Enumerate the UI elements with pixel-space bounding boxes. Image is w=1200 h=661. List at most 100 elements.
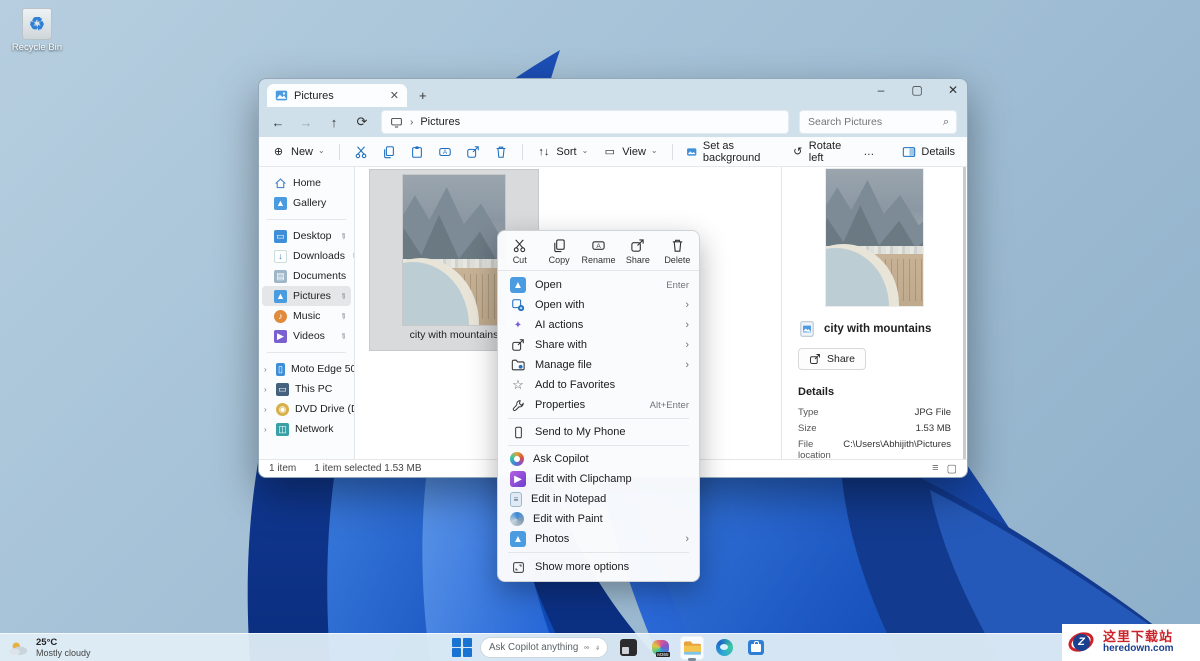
sidebar-item-this-pc[interactable]: › ▭ This PC xyxy=(262,379,351,399)
refresh-button[interactable]: ⟳ xyxy=(353,114,371,130)
share-with-icon xyxy=(510,337,526,353)
details-scrollbar[interactable] xyxy=(963,167,966,459)
paste-button[interactable] xyxy=(410,144,424,159)
taskbar-search[interactable]: Ask Copilot anything xyxy=(480,637,608,658)
expand-chevron-icon[interactable]: › xyxy=(264,365,267,374)
notepad-icon: ≡ xyxy=(510,492,522,507)
taskbar-m365-copilot[interactable]: M365 xyxy=(648,636,672,660)
documents-icon: ▤ xyxy=(274,270,287,283)
menu-item-photos[interactable]: ▲ Photos › xyxy=(498,529,699,549)
taskbar-file-explorer[interactable] xyxy=(680,636,704,660)
back-button[interactable]: ← xyxy=(269,115,287,130)
menu-item-show-more-options[interactable]: Show more options xyxy=(498,556,699,578)
search-input[interactable] xyxy=(808,116,943,128)
menu-item-open[interactable]: ▲ Open Enter xyxy=(498,275,699,295)
share-quick-action[interactable]: Share xyxy=(618,236,657,267)
taskbar-edge[interactable] xyxy=(712,636,736,660)
expand-chevron-icon[interactable]: › xyxy=(264,425,267,434)
cut-button[interactable] xyxy=(354,144,368,159)
sidebar-item-pictures[interactable]: ▲ Pictures ✎ xyxy=(262,286,351,306)
set-background-label: Set as background xyxy=(703,140,778,164)
menu-item-add-to-favorites[interactable]: ☆ Add to Favorites xyxy=(498,375,699,395)
start-button[interactable] xyxy=(452,638,472,658)
recycle-bin-label: Recycle Bin xyxy=(8,42,66,53)
dvd-icon: ◉ xyxy=(276,403,289,416)
tab-bar: Pictures ✕ + – ▢ ✕ xyxy=(259,79,967,107)
network-icon: ◫ xyxy=(276,423,289,436)
site-watermark: Z 这里下载站 heredown.com xyxy=(1062,624,1200,661)
wrench-icon xyxy=(510,397,526,413)
sidebar-item-documents[interactable]: ▤ Documents ✎ xyxy=(262,266,351,286)
menu-item-open-with[interactable]: Open with › xyxy=(498,295,699,315)
search-box[interactable]: ⌕ xyxy=(799,110,957,134)
new-button[interactable]: ⊕ New ⌄ xyxy=(271,144,325,159)
share-label: Share xyxy=(827,353,855,365)
details-view-toggle-icon[interactable]: ≡ xyxy=(932,462,938,475)
sidebar-item-music[interactable]: ♪ Music ✎ xyxy=(262,306,351,326)
menu-item-properties[interactable]: Properties Alt+Enter xyxy=(498,395,699,415)
menu-item-edit-with-paint[interactable]: Edit with Paint xyxy=(498,509,699,529)
details-share-button[interactable]: Share xyxy=(798,348,866,370)
sort-label: Sort xyxy=(556,146,576,158)
weather-widget[interactable]: 25°C Mostly cloudy xyxy=(0,637,200,658)
sidebar-item-home[interactable]: Home xyxy=(262,173,351,193)
file-name-label: city with mountains xyxy=(410,329,499,341)
sidebar-item-phone[interactable]: › ▯ Moto Edge 50 N xyxy=(262,359,351,379)
menu-item-edit-with-clipchamp[interactable]: ▶ Edit with Clipchamp xyxy=(498,469,699,489)
home-icon xyxy=(274,177,287,190)
maximize-button[interactable]: ▢ xyxy=(909,83,925,97)
minimize-button[interactable]: – xyxy=(873,83,889,97)
this-pc-icon: ▭ xyxy=(276,383,289,396)
menu-item-send-to-my-phone[interactable]: Send to My Phone xyxy=(498,422,699,442)
breadcrumb[interactable]: › Pictures xyxy=(381,110,789,134)
delete-button[interactable] xyxy=(494,144,508,159)
view-label: View xyxy=(622,146,646,158)
rotate-left-icon: ↺ xyxy=(792,144,804,159)
pin-icon: ✎ xyxy=(338,330,349,341)
microphone-icon[interactable] xyxy=(596,642,599,654)
expand-chevron-icon[interactable]: › xyxy=(264,385,267,394)
details-pane-toggle[interactable]: Details xyxy=(902,145,955,159)
forward-button[interactable]: → xyxy=(297,115,315,130)
menu-item-ask-copilot[interactable]: Ask Copilot xyxy=(498,449,699,469)
up-button[interactable]: ↑ xyxy=(325,115,343,130)
taskbar-app-dark[interactable] xyxy=(616,636,640,660)
tab-pictures[interactable]: Pictures ✕ xyxy=(267,84,407,107)
new-tab-button[interactable]: + xyxy=(419,88,427,103)
desktop: ♻ Recycle Bin Pictures ✕ + – ▢ ✕ ← → ↑ ⟳ xyxy=(0,0,1200,661)
clipchamp-icon: ▶ xyxy=(510,471,526,487)
sidebar-item-network[interactable]: › ◫ Network xyxy=(262,419,351,439)
rename-button[interactable]: A xyxy=(438,144,452,159)
sidebar-item-dvd-drive[interactable]: › ◉ DVD Drive (D:) C xyxy=(262,399,351,419)
sidebar-item-downloads[interactable]: ↓ Downloads ✎ xyxy=(262,246,351,266)
details-row-size: Size1.53 MB xyxy=(782,420,967,436)
set-as-background-button[interactable]: Set as background xyxy=(686,140,777,164)
rename-quick-action[interactable]: A Rename xyxy=(579,236,618,267)
cut-quick-action[interactable]: Cut xyxy=(500,236,539,267)
breadcrumb-location[interactable]: Pictures xyxy=(420,116,460,128)
sidebar-item-gallery[interactable]: ▲ Gallery xyxy=(262,193,351,213)
taskbar-microsoft-store[interactable] xyxy=(744,636,768,660)
sidebar-item-desktop[interactable]: ▭ Desktop ✎ xyxy=(262,226,351,246)
tab-close-icon[interactable]: ✕ xyxy=(390,89,399,102)
menu-item-share-with[interactable]: Share with › xyxy=(498,335,699,355)
share-button[interactable] xyxy=(466,144,480,159)
close-button[interactable]: ✕ xyxy=(945,83,961,97)
menu-item-manage-file[interactable]: Manage file › xyxy=(498,355,699,375)
sort-button[interactable]: ↑↓ Sort ⌄ xyxy=(536,144,588,159)
menu-item-ai-actions[interactable]: ✦ AI actions › xyxy=(498,315,699,335)
show-more-icon xyxy=(510,559,526,575)
thumbnail-view-toggle-icon[interactable]: ▢ xyxy=(947,462,957,475)
copy-button[interactable] xyxy=(382,144,396,159)
sidebar-item-videos[interactable]: ▶ Videos ✎ xyxy=(262,326,351,346)
copy-quick-action[interactable]: Copy xyxy=(539,236,578,267)
recycle-bin-shortcut[interactable]: ♻ Recycle Bin xyxy=(8,8,66,53)
expand-chevron-icon[interactable]: › xyxy=(264,405,267,414)
rotate-left-button[interactable]: ↺ Rotate left xyxy=(792,140,850,164)
selection-info: 1 item selected 1.53 MB xyxy=(314,463,421,474)
view-button[interactable]: ▭ View ⌄ xyxy=(602,144,657,159)
menu-item-edit-in-notepad[interactable]: ≡ Edit in Notepad xyxy=(498,489,699,509)
delete-quick-action[interactable]: Delete xyxy=(658,236,697,267)
more-options-button[interactable]: … xyxy=(863,146,874,158)
star-icon: ☆ xyxy=(510,377,526,393)
